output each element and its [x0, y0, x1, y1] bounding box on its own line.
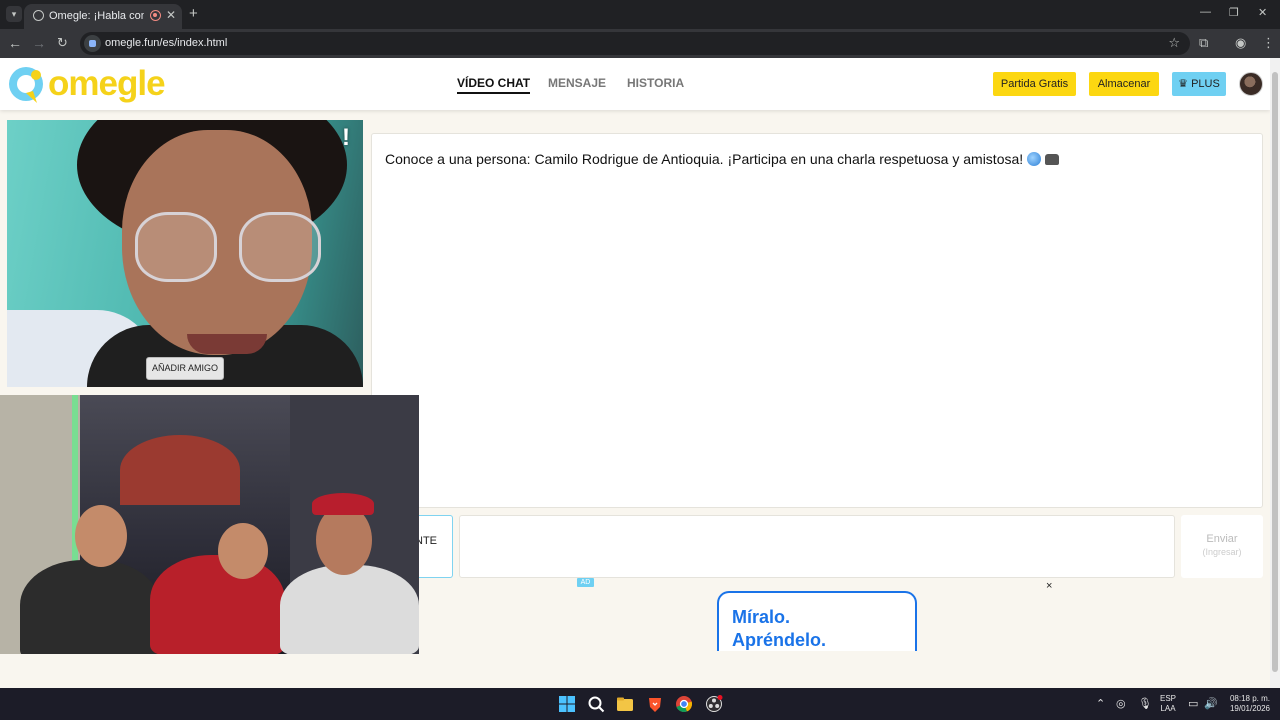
free-match-button[interactable]: Partida Gratis [993, 72, 1076, 96]
recording-indicator-icon [150, 10, 161, 21]
brave-browser-icon[interactable] [646, 695, 664, 713]
crown-icon: ♛ [1178, 78, 1189, 90]
input-language[interactable]: ESP LAA [1160, 694, 1176, 714]
chat-intro-text: Conoce a una persona: Camilo Rodrigue de… [385, 151, 1024, 167]
logo-text: omegle [48, 64, 166, 103]
send-button[interactable]: Enviar (Ingresar) [1181, 515, 1263, 578]
next-button[interactable]: NTE [415, 515, 453, 578]
omegle-logo[interactable]: omegle [6, 65, 176, 105]
page-scrollbar[interactable] [1270, 58, 1280, 688]
report-button[interactable]: ! [342, 124, 350, 152]
new-tab-button[interactable]: + [189, 6, 198, 22]
volume-icon[interactable]: 🔊 [1204, 697, 1218, 710]
ad-headline-2: Apréndelo. [732, 630, 827, 650]
plus-label: PLUS [1191, 78, 1220, 90]
network-icon[interactable]: ▭ [1188, 697, 1198, 710]
maximize-button[interactable]: ❐ [1229, 6, 1239, 19]
message-input[interactable] [459, 515, 1175, 578]
tab-search-chevron-icon[interactable]: ▾ [6, 6, 22, 22]
forward-icon[interactable]: → [32, 35, 46, 51]
scroll-thumb[interactable] [1272, 72, 1278, 672]
chat-log: Conoce a una persona: Camilo Rodrigue de… [371, 133, 1263, 508]
ad-headline-1: Míralo. [732, 607, 791, 627]
nav-video-chat[interactable]: VÍDEO CHAT [457, 76, 531, 94]
taskbar: ⌃ ◎ 🎙 ESP LAA ▭ 🔊 08:18 p. m. 19/01/2026 [0, 688, 1280, 720]
file-explorer-icon[interactable] [616, 695, 634, 713]
tab-favicon-icon [33, 10, 44, 21]
ad-badge: AD [577, 578, 594, 587]
clock-time: 08:18 p. m. [1229, 694, 1270, 703]
tab-close-icon[interactable]: ✕ [166, 8, 176, 22]
remote-video: ! AÑADIR AMIGO [7, 120, 363, 387]
system-clock[interactable]: 08:18 p. m. 19/01/2026 [1224, 694, 1270, 714]
tab-title: Omegle: ¡Habla con Descon [49, 10, 144, 22]
logo-chat-bubble-icon [9, 67, 43, 103]
store-button[interactable]: Almacenar [1089, 72, 1159, 96]
ad-close-button[interactable]: × [1046, 580, 1052, 592]
url-text: omegle.fun/es/index.html [105, 37, 228, 49]
send-label: Enviar [1206, 533, 1238, 545]
language-code: ESP [1160, 694, 1177, 703]
ad-banner[interactable]: Míralo. Apréndelo. [717, 591, 917, 651]
browser-tab-bar: ▾ Omegle: ¡Habla con Descon ✕ + — ❐ ✕ [0, 0, 1280, 29]
tray-overflow-icon[interactable]: ⌃ [1096, 697, 1105, 710]
chrome-icon[interactable] [675, 695, 693, 713]
reload-icon[interactable]: ↻ [57, 35, 68, 51]
window-close-button[interactable]: ✕ [1258, 6, 1267, 19]
add-friend-button[interactable]: AÑADIR AMIGO [146, 357, 224, 380]
web-page: omegle VÍDEO CHAT MENSAJE HISTORIA Parti… [0, 58, 1270, 688]
obs-tray-icon[interactable]: ◎ [1116, 697, 1126, 710]
address-bar[interactable]: omegle.fun/es/index.html ☆ [80, 32, 1190, 55]
plus-button[interactable]: ♛ PLUS [1172, 72, 1226, 96]
microphone-icon[interactable]: 🎙 [1138, 697, 1152, 710]
send-hint: (Ingresar) [1202, 547, 1242, 557]
nav-message[interactable]: MENSAJE [548, 76, 606, 90]
browser-toolbar: ← → ↻ omegle.fun/es/index.html ☆ ⧉ ◉ ⋮ [0, 29, 1280, 58]
local-camera-video [0, 395, 419, 654]
site-header: omegle VÍDEO CHAT MENSAJE HISTORIA Parti… [0, 58, 1270, 110]
obs-studio-icon[interactable] [705, 695, 723, 713]
telephone-icon [1045, 154, 1060, 165]
browser-tab[interactable]: Omegle: ¡Habla con Descon ✕ [24, 4, 182, 29]
windows-start-icon[interactable] [558, 695, 576, 713]
browser-menu-icon[interactable]: ⋮ [1262, 35, 1275, 51]
nav-history[interactable]: HISTORIA [627, 76, 684, 90]
search-icon[interactable] [587, 695, 605, 713]
minimize-button[interactable]: — [1200, 6, 1211, 18]
back-icon[interactable]: ← [8, 35, 22, 51]
globe-icon [1027, 152, 1042, 166]
extensions-icon[interactable]: ⧉ [1199, 35, 1208, 51]
user-avatar[interactable] [1239, 72, 1263, 96]
clock-date: 19/01/2026 [1229, 704, 1270, 713]
bookmark-star-icon[interactable]: ☆ [1168, 35, 1180, 51]
site-info-icon[interactable] [84, 35, 101, 52]
profile-icon[interactable]: ◉ [1235, 35, 1246, 51]
keyboard-layout: LAA [1160, 704, 1176, 713]
chat-intro-message: Conoce a una persona: Camilo Rodrigue de… [385, 151, 1060, 167]
